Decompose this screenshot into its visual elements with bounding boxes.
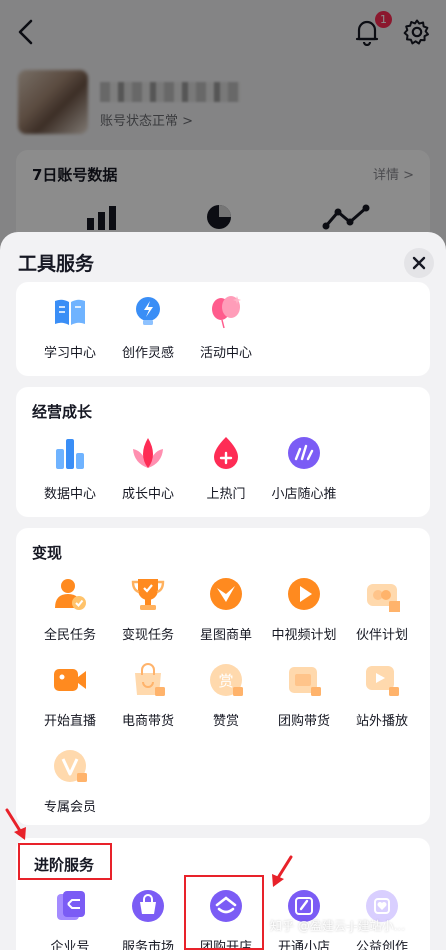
bar-chart-icon <box>56 439 84 469</box>
highlight-box-group-shop <box>184 875 264 950</box>
partner-icon <box>367 584 400 612</box>
bulb-icon <box>136 297 160 325</box>
item-start-live[interactable]: 开始直播 <box>30 662 110 744</box>
item-label: 活动中心 <box>199 346 252 361</box>
service-market-icon <box>132 890 164 922</box>
item-growth-center[interactable]: 成长中心 <box>108 435 188 517</box>
item-label: 站外播放 <box>355 714 408 729</box>
section-growth: 经营成长 数据中心 成长中心 上热门 小店随心推 <box>16 387 430 517</box>
flame-icon <box>214 437 238 469</box>
close-icon <box>412 256 426 270</box>
item-service-market[interactable]: 服务市场 <box>108 888 188 950</box>
item-label: 小店随心推 <box>271 487 337 502</box>
trophy-icon <box>131 579 165 610</box>
item-mid-video-plan[interactable]: 中视频计划 <box>264 576 344 658</box>
lotus-icon <box>133 438 163 468</box>
item-label: 公益创作 <box>355 940 408 950</box>
book-icon <box>55 299 85 325</box>
item-go-trending[interactable]: 上热门 <box>186 435 266 517</box>
item-label: 专属会员 <box>43 800 96 815</box>
item-group-buy-sell[interactable]: 团购带货 <box>264 662 344 744</box>
balloon-icon <box>212 296 241 329</box>
promote-icon <box>288 437 320 469</box>
section-title: 变现 <box>32 544 63 562</box>
group-buy-icon <box>289 667 321 696</box>
item-label: 伙伴计划 <box>355 628 408 643</box>
highlight-box-advanced-title <box>18 843 112 880</box>
item-activity-center[interactable]: 活动中心 <box>186 294 266 376</box>
item-universal-task[interactable]: 全民任务 <box>30 576 110 658</box>
item-shop-promote[interactable]: 小店随心推 <box>264 435 344 517</box>
item-enterprise[interactable]: 企业号 <box>30 888 110 950</box>
item-reward[interactable]: 赏 赞赏 <box>186 662 266 744</box>
item-ecommerce[interactable]: 电商带货 <box>108 662 188 744</box>
sheet-title: 工具服务 <box>18 253 95 275</box>
reward-icon: 赏 <box>210 664 243 696</box>
close-button[interactable] <box>404 248 434 278</box>
item-partner-plan[interactable]: 伙伴计划 <box>342 576 422 658</box>
annotation-arrow-left <box>5 808 26 840</box>
person-task-icon <box>55 579 86 610</box>
svg-text:赏: 赏 <box>218 672 233 690</box>
item-creative-inspiration[interactable]: 创作灵感 <box>108 294 188 376</box>
vip-icon <box>54 750 87 782</box>
external-play-icon <box>366 666 399 696</box>
item-data-center[interactable]: 数据中心 <box>30 435 110 517</box>
enterprise-icon <box>57 891 85 920</box>
annotation-arrow-right <box>272 855 293 887</box>
item-learning-center[interactable]: 学习中心 <box>30 294 110 376</box>
shopping-bag-icon <box>135 663 165 696</box>
camera-icon <box>54 669 86 691</box>
section-tools: 学习中心 创作灵感 活动中心 <box>16 282 430 376</box>
item-external-play[interactable]: 站外播放 <box>342 662 422 744</box>
item-exclusive-member[interactable]: 专属会员 <box>30 748 110 830</box>
watermark: 知乎 @盈建云-J-建站小... <box>270 919 406 933</box>
item-star-map-orders[interactable]: 星图商单 <box>186 576 266 658</box>
star-map-icon <box>210 578 242 610</box>
section-monetize: 变现 全民任务 变现任务 星图商单 中视频计划 伙伴计划 开始直播 电商带货 赏… <box>16 528 430 825</box>
video-play-icon <box>288 578 320 610</box>
section-title: 经营成长 <box>32 403 93 421</box>
item-monetize-task[interactable]: 变现任务 <box>108 576 188 658</box>
